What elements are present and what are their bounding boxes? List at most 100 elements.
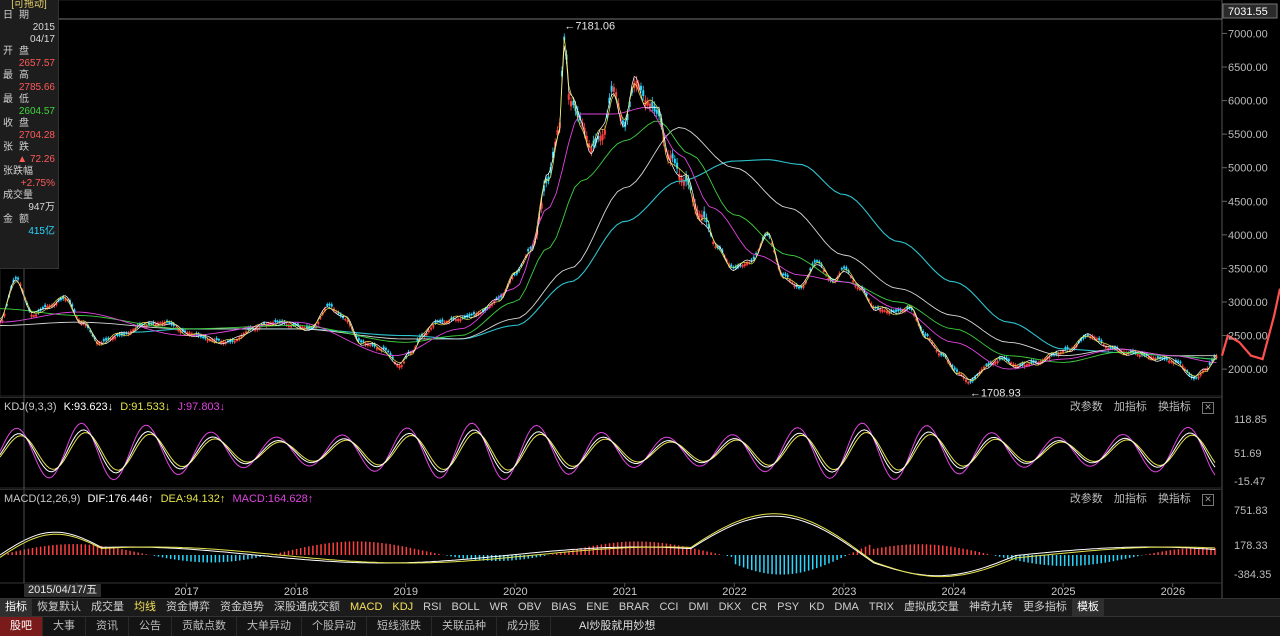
toolbar-item[interactable]: DKX	[714, 599, 747, 616]
toolbar-item[interactable]: KD	[804, 599, 829, 616]
tooltip-label: 日期	[3, 10, 35, 21]
x-tick-label: 2026	[1161, 586, 1185, 598]
kdj-add-indicator[interactable]: 加指标	[1114, 401, 1147, 413]
ma60-line	[0, 120, 1217, 363]
candle-body	[398, 365, 401, 369]
candle-body	[752, 256, 755, 260]
toolbar-item[interactable]: DMI	[683, 599, 713, 616]
candle-body	[301, 326, 304, 329]
toolbar-item[interactable]: 指标	[0, 599, 32, 616]
candle-body	[639, 85, 642, 91]
kdj-name[interactable]: KDJ(9,3,3)	[4, 401, 57, 413]
toolbar-item[interactable]: 恢复默认	[32, 599, 86, 616]
toolbar-item[interactable]: 深股通成交额	[269, 599, 345, 616]
tooltip-value: 947万	[28, 202, 55, 213]
candle-body	[994, 361, 997, 364]
bottom-tab[interactable]: 贡献点数	[172, 617, 237, 636]
toolbar-item[interactable]: RSI	[418, 599, 446, 616]
macd-close-icon[interactable]: ✕	[1202, 494, 1214, 506]
indicator-toolbar: 指标 恢复默认 成交量 均线 资金博弈 资金趋势 深股通成交额 MACD KDJ RSI BOLL W…	[0, 598, 1280, 616]
toolbar-item[interactable]: BIAS	[546, 599, 581, 616]
candle-body	[360, 340, 363, 343]
kdj-tick-label: -15.47	[1234, 476, 1265, 488]
tooltip-value: 2657.57	[18, 58, 55, 69]
candle-body	[673, 158, 676, 164]
candle-body	[610, 85, 613, 92]
stock-chart[interactable]: 2000.00 2500.00 3000.00 3500.00 4000.00 4500.…	[0, 0, 1280, 635]
price-panel-frame	[0, 0, 1223, 397]
toolbar-item[interactable]: 虚拟成交量	[899, 599, 964, 616]
kdj-close-icon[interactable]: ✕	[1202, 402, 1214, 414]
candle-body	[712, 241, 715, 245]
bottom-tab[interactable]: 公告	[129, 617, 172, 636]
candle-body	[432, 325, 435, 328]
toolbar-item[interactable]: 更多指标	[1018, 599, 1072, 616]
toolbar-item[interactable]: 神奇九转	[964, 599, 1018, 616]
toolbar-item[interactable]: BRAR	[614, 599, 655, 616]
candle-body	[897, 309, 900, 312]
candle-body	[967, 381, 970, 384]
candle-body	[102, 339, 105, 342]
candle-body	[883, 310, 886, 312]
ohlc-tooltip[interactable]: [可拖动] 日期 2015 04/17 开盘 2657.57 最高 2785.66 最低 260…	[0, 0, 59, 269]
toolbar-item[interactable]: PSY	[772, 599, 804, 616]
bottom-tab[interactable]: 大单异动	[237, 617, 302, 636]
macd-add-indicator[interactable]: 加指标	[1114, 493, 1147, 505]
candle-body	[797, 286, 800, 289]
kdj-swap-indicator[interactable]: 换指标	[1158, 401, 1191, 413]
candle-body	[698, 213, 701, 218]
price-tick-label: 7000.00	[1228, 28, 1268, 40]
toolbar-item[interactable]: BOLL	[447, 599, 485, 616]
candle-body	[387, 350, 390, 353]
candle-body	[44, 304, 47, 307]
toolbar-item[interactable]: CR	[746, 599, 772, 616]
toolbar-item[interactable]: 模板	[1071, 599, 1104, 616]
kdj-tick-label: 118.85	[1234, 414, 1267, 426]
toolbar-item[interactable]: 资金趋势	[215, 599, 269, 616]
toolbar-item[interactable]: MACD	[345, 599, 387, 616]
macd-swap-indicator[interactable]: 换指标	[1158, 493, 1191, 505]
macd-name[interactable]: MACD(12,26,9)	[4, 493, 80, 505]
macd-dea-line	[0, 513, 1216, 578]
candle-body	[1007, 359, 1010, 362]
bottom-tab[interactable]: 关联品种	[432, 617, 497, 636]
kdj-edit-params[interactable]: 改参数	[1070, 401, 1103, 413]
bottom-tab[interactable]: 成分股	[497, 617, 551, 636]
bottom-tab[interactable]: 资讯	[86, 617, 129, 636]
toolbar-item[interactable]: 资金博弈	[161, 599, 215, 616]
toolbar-item[interactable]: KDJ	[387, 599, 418, 616]
bottom-tab[interactable]: 个股异动	[302, 617, 367, 636]
price-tick-label: 6000.00	[1228, 96, 1268, 108]
toolbar-item[interactable]: ENE	[581, 599, 614, 616]
candle-body	[1195, 377, 1198, 379]
toolbar-item[interactable]: 均线	[129, 599, 161, 616]
candle-body	[599, 135, 602, 142]
toolbar-item[interactable]: 成交量	[86, 599, 129, 616]
tooltip-title[interactable]: [可拖动]	[0, 0, 58, 10]
bottom-tab[interactable]: 股吧	[0, 617, 43, 636]
ai-assistant-button[interactable]: AI炒股就用妙想	[569, 617, 665, 636]
candle-body	[642, 90, 645, 97]
toolbar-item[interactable]: CCI	[654, 599, 683, 616]
x-tick-label: 2023	[832, 586, 856, 598]
candle-body	[441, 319, 444, 322]
candle-body	[459, 318, 462, 322]
tooltip-label: 收盘	[3, 118, 35, 129]
toolbar-item[interactable]: TRIX	[864, 599, 899, 616]
candle-body	[276, 320, 279, 323]
bottom-tab[interactable]: 短线涨跌	[367, 617, 432, 636]
toolbar-item[interactable]: DMA	[829, 599, 863, 616]
candle-body	[881, 309, 884, 312]
tooltip-label: 张跌幅	[3, 166, 33, 177]
candle-body	[969, 380, 972, 383]
macd-edit-params[interactable]: 改参数	[1070, 493, 1103, 505]
toolbar-item[interactable]: OBV	[513, 599, 546, 616]
candle-body	[375, 347, 378, 350]
toolbar-item[interactable]: WR	[485, 599, 513, 616]
candle-body	[678, 173, 681, 180]
candle-body	[114, 336, 117, 339]
candle-body	[400, 364, 403, 368]
candle-body	[384, 347, 387, 350]
bottom-tab[interactable]: 大事	[43, 617, 86, 636]
ma120-line	[0, 127, 1217, 357]
